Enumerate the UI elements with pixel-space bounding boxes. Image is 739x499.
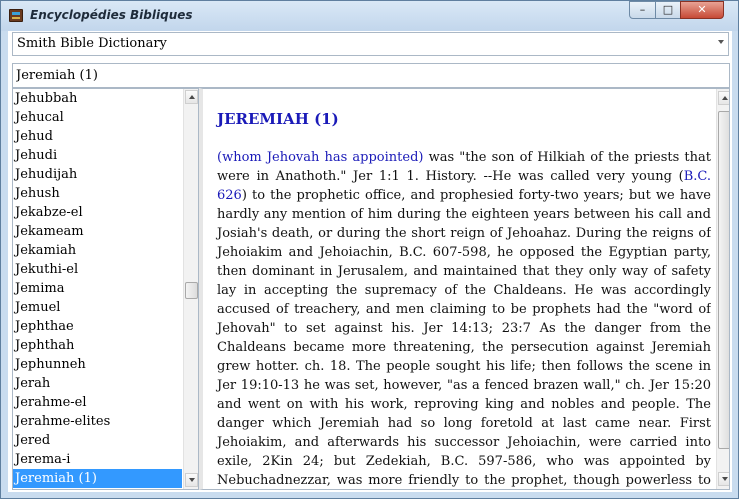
list-item[interactable]: Jehubbah bbox=[13, 89, 182, 108]
bible-book-icon bbox=[9, 9, 23, 22]
list-item[interactable]: Jehudi bbox=[13, 146, 182, 165]
window-title: Encyclopédies Bibliques bbox=[30, 8, 193, 22]
article-scrollbar[interactable] bbox=[716, 89, 729, 489]
list-item[interactable]: Jerema-i bbox=[13, 450, 182, 469]
title-bar[interactable]: Encyclopédies Bibliques – □ ✕ bbox=[1, 1, 738, 31]
word-list: Jehubbah Jehucal Jehud Jehudi Jehudijah Jehus… bbox=[13, 89, 182, 488]
list-item[interactable]: Jekameam bbox=[13, 222, 182, 241]
maximize-button[interactable]: □ bbox=[655, 1, 681, 19]
list-item[interactable]: Jephthah bbox=[13, 336, 182, 355]
dictionary-select[interactable]: Smith Bible Dictionary bbox=[12, 32, 729, 56]
word-list-panel: Jehubbah Jehucal Jehud Jehudi Jehudijah Jehus… bbox=[12, 88, 199, 490]
list-item[interactable]: Jerahme-el bbox=[13, 393, 182, 412]
list-item[interactable]: Jehudijah bbox=[13, 165, 182, 184]
list-item[interactable]: Jehud bbox=[13, 127, 182, 146]
list-item[interactable]: Jeremiah (1) bbox=[13, 469, 182, 488]
list-item[interactable]: Jekamiah bbox=[13, 241, 182, 260]
chevron-down-icon[interactable] bbox=[718, 40, 724, 44]
list-item[interactable]: Jered bbox=[13, 431, 182, 450]
scroll-up-arrow-icon[interactable] bbox=[185, 90, 198, 104]
article: JEREMIAH (1) (whom Jehovah has appointed… bbox=[215, 89, 711, 489]
word-list-scroll-thumb[interactable] bbox=[185, 282, 198, 299]
dictionary-select-value: Smith Bible Dictionary bbox=[17, 36, 167, 51]
list-item[interactable]: Jerah bbox=[13, 374, 182, 393]
list-item[interactable]: Jerahme-elites bbox=[13, 412, 182, 431]
app-window: Encyclopédies Bibliques – □ ✕ Smith Bibl… bbox=[0, 0, 739, 499]
list-item[interactable]: Jekuthi-el bbox=[13, 260, 182, 279]
search-input[interactable] bbox=[12, 63, 730, 88]
article-panel: JEREMIAH (1) (whom Jehovah has appointed… bbox=[199, 88, 730, 490]
scroll-down-arrow-icon[interactable] bbox=[718, 472, 729, 486]
scroll-down-arrow-icon[interactable] bbox=[185, 473, 198, 487]
meaning-link[interactable]: (whom Jehovah has appointed) bbox=[217, 150, 423, 165]
minimize-button[interactable]: – bbox=[629, 1, 656, 19]
list-item[interactable]: Jekabze-el bbox=[13, 203, 182, 222]
scroll-up-arrow-icon[interactable] bbox=[718, 91, 729, 105]
client-area: Smith Bible Dictionary JehubbahJehucalJe… bbox=[8, 31, 732, 492]
word-list-scrollbar[interactable] bbox=[183, 89, 198, 489]
article-body: (whom Jehovah has appointed) was "the so… bbox=[217, 148, 711, 489]
article-text-2: ) to the prophetic office, and prophesie… bbox=[217, 188, 711, 488]
list-item[interactable]: Jehush bbox=[13, 184, 182, 203]
list-item[interactable]: Jehucal bbox=[13, 108, 182, 127]
article-scroll-thumb[interactable] bbox=[718, 111, 729, 449]
list-item[interactable]: Jephthae bbox=[13, 317, 182, 336]
list-item[interactable]: Jemuel bbox=[13, 298, 182, 317]
article-title: JEREMIAH (1) bbox=[217, 110, 339, 128]
close-button[interactable]: ✕ bbox=[680, 1, 724, 19]
list-item[interactable]: Jemima bbox=[13, 279, 182, 298]
list-item[interactable]: Jephunneh bbox=[13, 355, 182, 374]
